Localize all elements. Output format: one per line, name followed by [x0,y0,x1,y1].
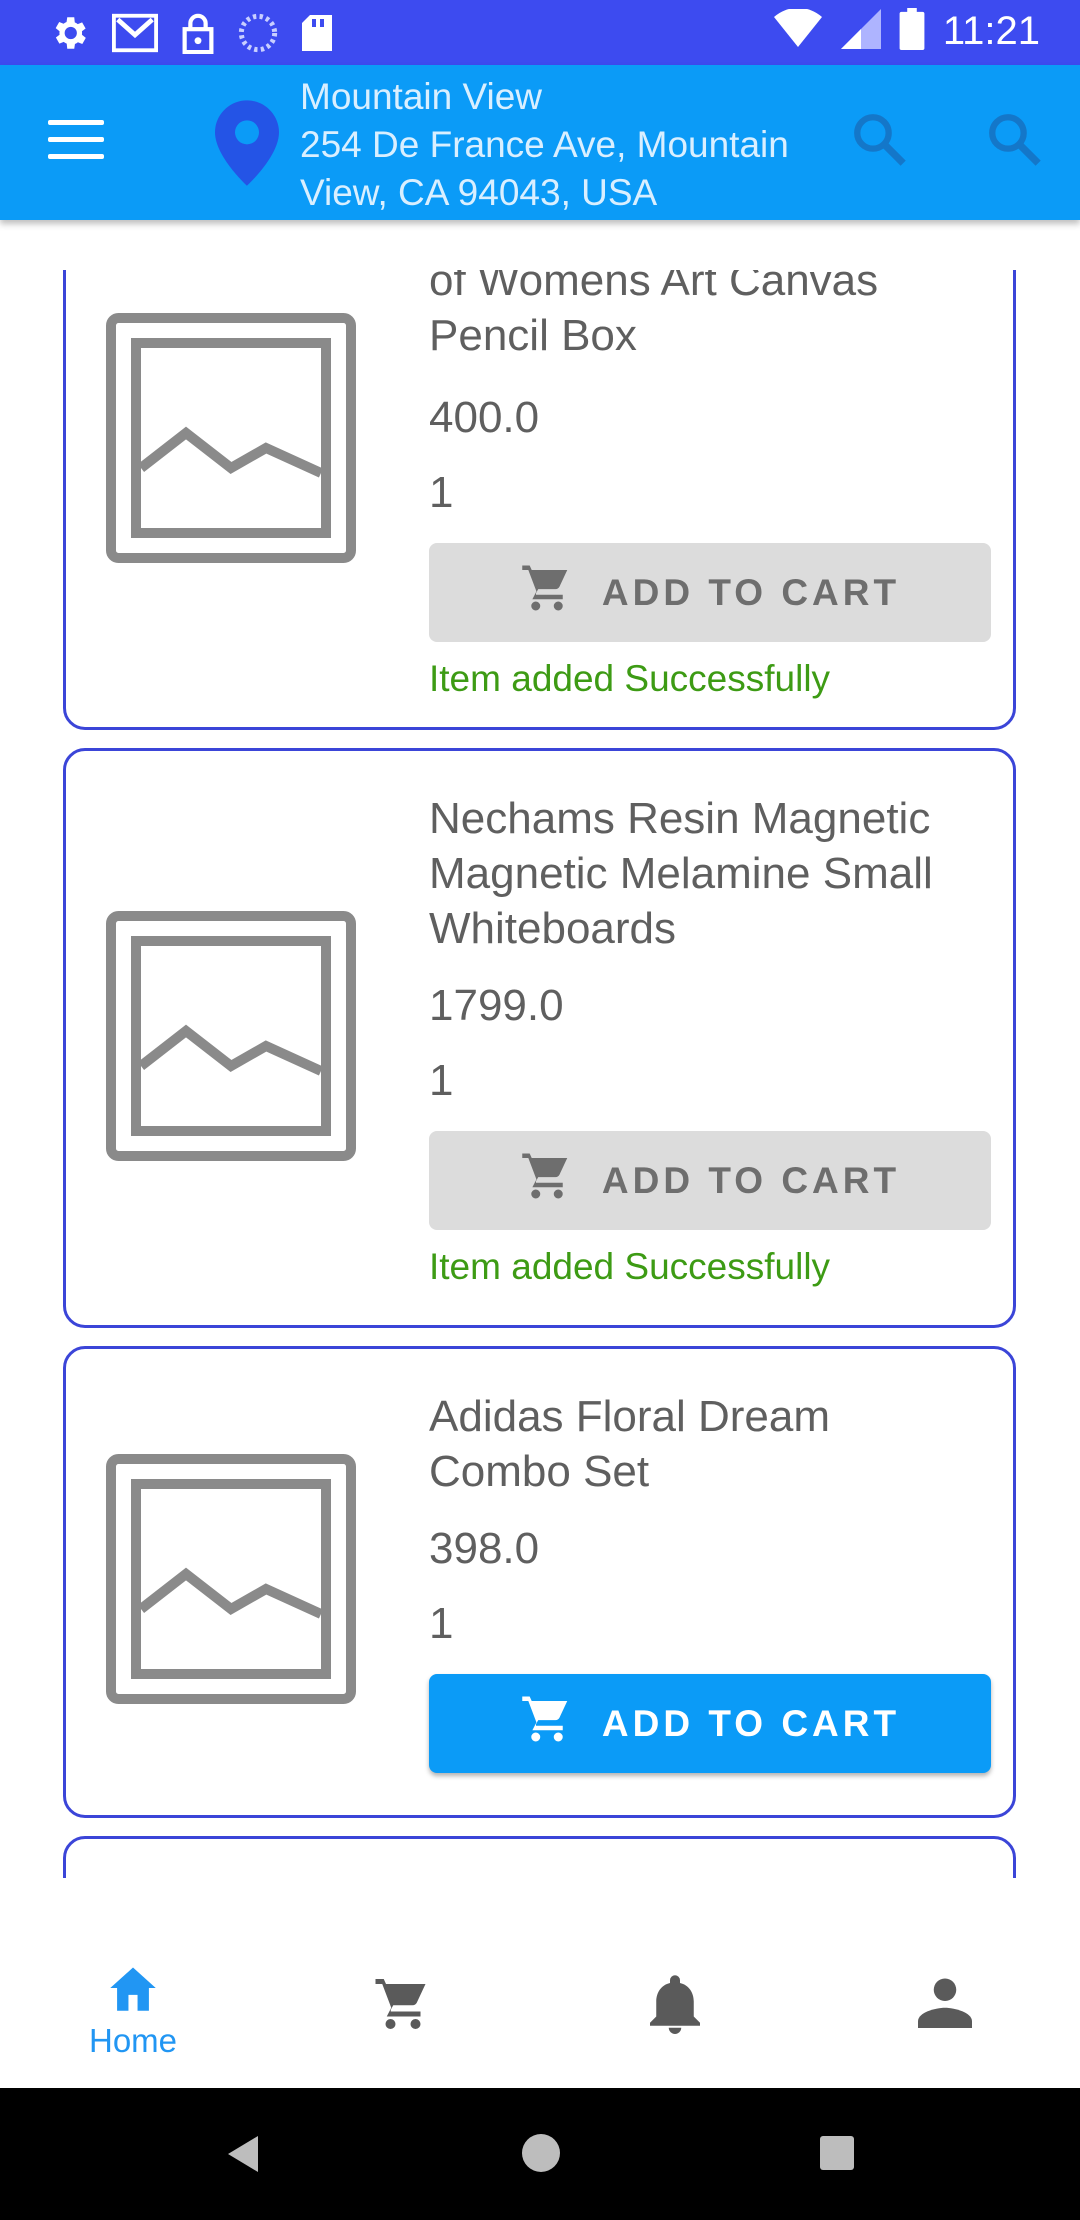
product-list[interactable]: of Womens Art Canvas Pencil Box 400.0 1 … [0,270,1080,1878]
add-to-cart-label: ADD TO CART [601,1159,901,1201]
product-price: 398.0 [429,1524,540,1573]
cart-icon [520,1692,574,1755]
person-icon [918,1978,972,2032]
product-card[interactable]: Nechams Resin Magnetic Magnetic Melamine… [63,748,1016,1328]
signal-icon [840,9,881,54]
nav-cart[interactable] [338,1974,468,2039]
bell-icon [648,1975,702,2038]
product-price: 1799.0 [429,981,564,1030]
sync-icon [238,13,278,58]
search-icon[interactable] [850,110,908,173]
product-quantity: 1 [429,1599,454,1648]
cart-icon [373,1979,433,2038]
add-to-cart-button[interactable]: ADD TO CART [429,543,991,642]
back-icon[interactable] [228,2136,258,2172]
cart-icon [520,1149,574,1212]
product-price: 400.0 [429,393,540,442]
product-card[interactable]: of Womens Art Canvas Pencil Box 400.0 1 … [63,270,1016,730]
add-to-cart-button[interactable]: ADD TO CART [429,1674,991,1773]
sd-card-icon [300,13,334,58]
location-city: Mountain View [300,76,543,117]
nav-notifications[interactable] [610,1974,740,2039]
product-card[interactable]: Adidas Floral Dream Combo Set 398.0 1 AD… [63,1346,1016,1818]
gmail-icon [112,13,158,58]
search-icon[interactable] [985,110,1043,173]
home-icon [105,1967,161,2017]
product-card[interactable] [63,1836,1016,1878]
bottom-navigation: Home [0,1878,1080,2088]
recents-icon[interactable] [820,2136,854,2170]
system-navigation-bar [0,2088,1080,2220]
battery-icon [899,8,925,55]
location-region: View, CA 94043, USA [300,172,658,213]
nav-home[interactable]: Home [68,1963,198,2060]
add-to-cart-label: ADD TO CART [601,1702,901,1744]
image-placeholder-icon [106,313,356,563]
image-placeholder-icon [106,1454,356,1704]
settings-icon [48,12,90,59]
product-name: Adidas Floral Dream Combo Set [429,1392,831,1496]
home-button-icon[interactable] [522,2134,560,2172]
location-street: 254 De France Ave, Mountain [300,124,789,165]
location-pin-icon[interactable] [215,100,279,191]
add-to-cart-button[interactable]: ADD TO CART [429,1131,991,1230]
nav-home-label: Home [88,2022,178,2059]
app-bar: Mountain View 254 De France Ave, Mountai… [0,65,1080,220]
image-placeholder-icon [106,911,356,1161]
menu-icon[interactable] [48,120,104,164]
success-message: Item added Successfully [429,658,831,699]
product-quantity: 1 [429,1056,454,1105]
lock-icon [180,12,216,59]
nav-profile[interactable] [880,1974,1010,2033]
success-message: Item added Successfully [429,1246,831,1287]
product-quantity: 1 [429,468,454,517]
status-bar: 11:21 [0,0,1080,65]
product-name: Nechams Resin Magnetic Magnetic Melamine… [429,794,933,953]
status-time: 11:21 [942,9,1040,53]
location-address[interactable]: Mountain View 254 De France Ave, Mountai… [300,73,840,217]
cart-icon [520,561,574,624]
product-name: of Womens Art Canvas Pencil Box [429,270,879,360]
wifi-icon [773,7,823,54]
add-to-cart-label: ADD TO CART [601,571,901,613]
